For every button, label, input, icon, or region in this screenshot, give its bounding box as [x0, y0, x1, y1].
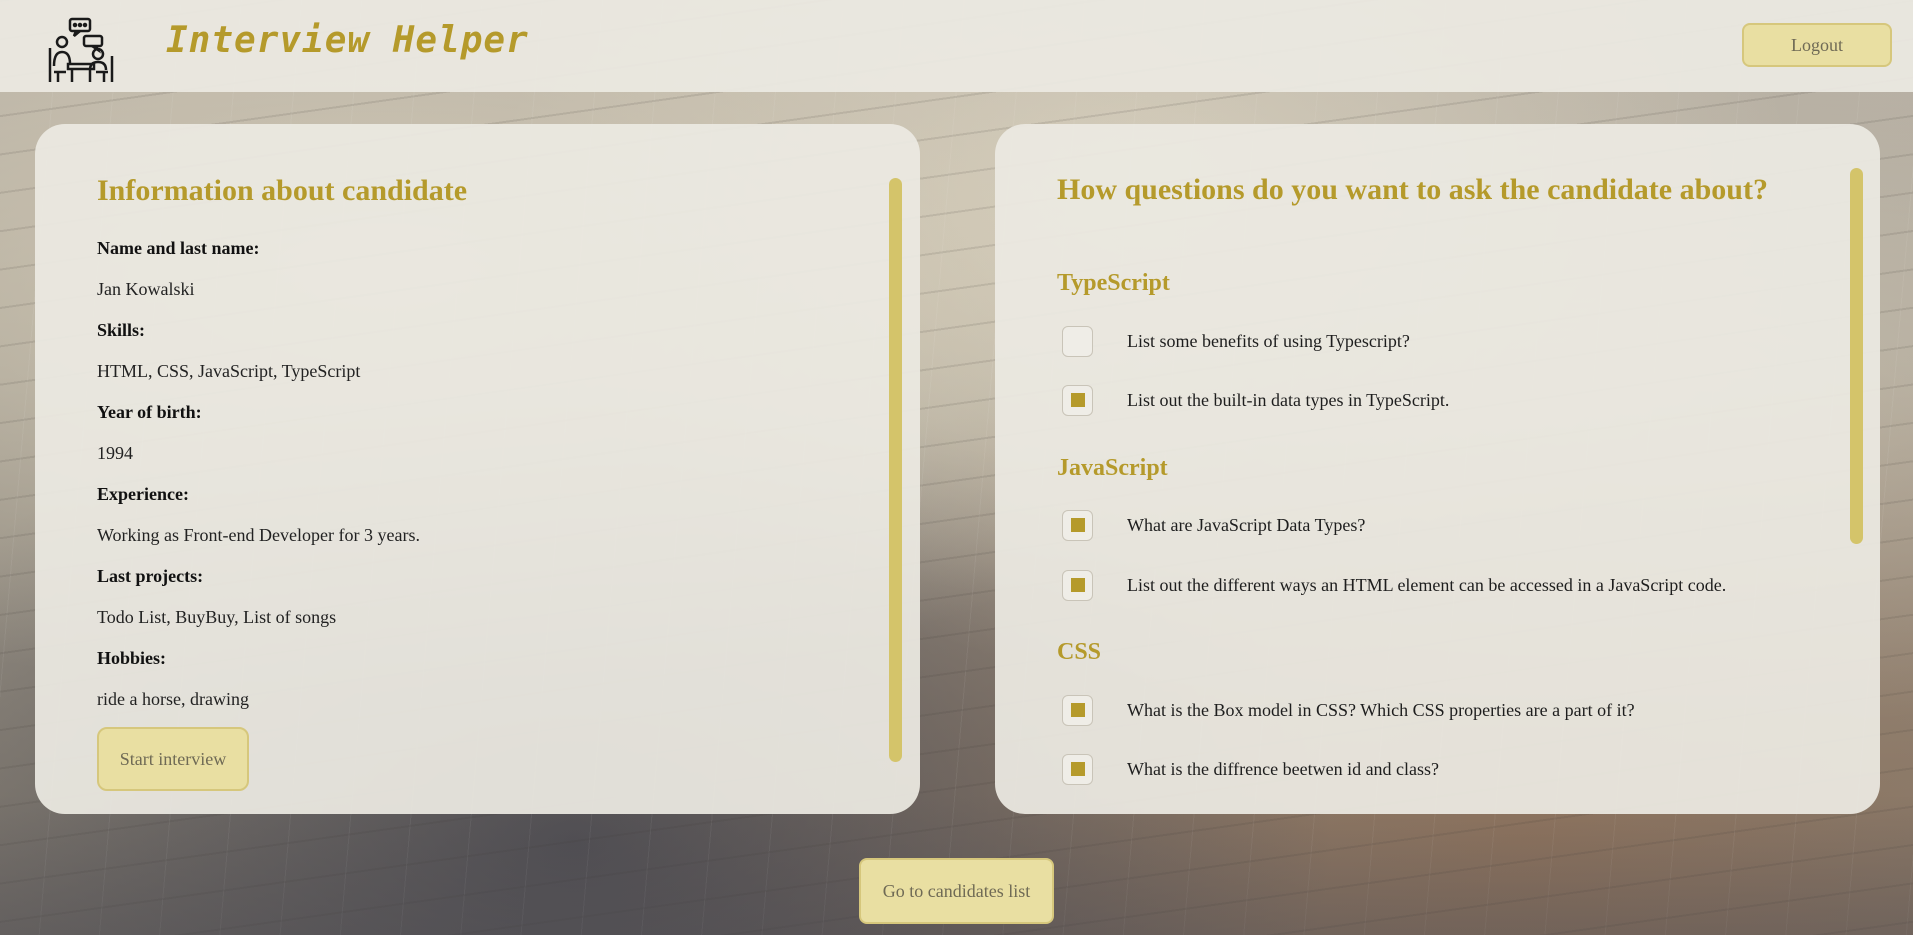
field-value-hobbies: ride a horse, drawing [97, 689, 249, 709]
question-row: What are JavaScript Data Types? [1062, 509, 1822, 541]
section-title-css: CSS [1057, 639, 1102, 665]
questions-title: How questions do you want to ask the can… [1057, 173, 1768, 206]
question-checkbox[interactable] [1062, 509, 1093, 541]
question-checkbox[interactable] [1062, 694, 1093, 726]
app-title: Interview Helper [166, 20, 529, 61]
question-checkbox[interactable] [1062, 325, 1093, 357]
field-label-year-of-birth: Year of birth: [97, 402, 202, 422]
checkbox-check-mark [1070, 703, 1085, 717]
field-value-last-projects: Todo List, BuyBuy, List of songs [97, 607, 337, 627]
logout-button[interactable]: Logout [1742, 23, 1892, 67]
section-title-javascript: JavaScript [1057, 455, 1168, 481]
go-to-candidates-list-button[interactable]: Go to candidates list [859, 858, 1054, 924]
candidate-info-panel: Information about candidate Name and las… [35, 124, 920, 814]
question-row: What is the Box model in CSS? Which CSS … [1062, 694, 1822, 726]
question-text: List some benefits of using Typescript? [1127, 330, 1410, 351]
checkbox-check-mark [1070, 518, 1085, 532]
question-text: List out the different ways an HTML elem… [1127, 574, 1727, 595]
field-value-name: Jan Kowalski [97, 279, 195, 299]
candidate-info-title: Information about candidate [97, 174, 468, 207]
field-value-year-of-birth: 1994 [97, 443, 133, 463]
field-label-skills: Skills: [97, 320, 146, 340]
question-text: What are JavaScript Data Types? [1127, 514, 1366, 535]
question-text: What is the diffrence beetwen id and cla… [1127, 758, 1440, 779]
question-row: List some benefits of using Typescript? [1062, 325, 1822, 357]
interview-people-icon [46, 16, 116, 86]
checkbox-check-mark [1070, 578, 1085, 592]
field-label-last-projects: Last projects: [97, 566, 204, 586]
question-row: What is the diffrence beetwen id and cla… [1062, 753, 1822, 785]
question-checkbox[interactable] [1062, 384, 1093, 416]
question-row: List out the built-in data types in Type… [1062, 384, 1822, 416]
questions-panel: How questions do you want to ask the can… [995, 124, 1880, 814]
field-label-name: Name and last name: [97, 238, 260, 258]
section-title-typescript: TypeScript [1057, 270, 1170, 296]
question-row: List out the different ways an HTML elem… [1062, 569, 1822, 601]
field-value-experience: Working as Front-end Developer for 3 yea… [97, 525, 420, 545]
checkbox-check-mark [1070, 393, 1085, 407]
field-label-experience: Experience: [97, 484, 189, 504]
candidate-panel-scrollbar[interactable] [889, 178, 902, 762]
question-text: What is the Box model in CSS? Which CSS … [1127, 699, 1635, 720]
field-label-hobbies: Hobbies: [97, 648, 167, 668]
checkbox-check-mark [1070, 762, 1085, 776]
top-bar: Interview Helper Logout [0, 0, 1913, 92]
question-checkbox[interactable] [1062, 569, 1093, 601]
question-text: List out the built-in data types in Type… [1127, 389, 1450, 410]
question-checkbox[interactable] [1062, 753, 1093, 785]
candidate-info-list: Name and last name: Jan Kowalski Skills:… [97, 236, 857, 728]
questions-panel-scrollbar[interactable] [1850, 168, 1863, 544]
start-interview-button[interactable]: Start interview [97, 727, 249, 791]
field-value-skills: HTML, CSS, JavaScript, TypeScript [97, 361, 361, 381]
